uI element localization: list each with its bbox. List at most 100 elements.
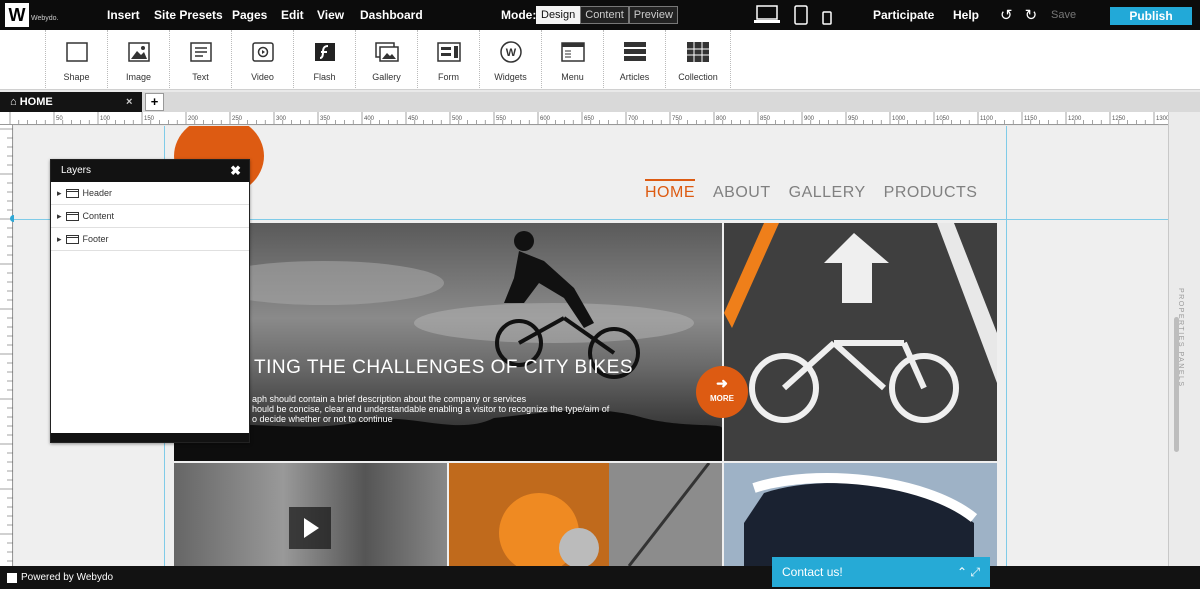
bike-lane-graphic bbox=[724, 223, 997, 423]
layer-footer[interactable]: ▸ Footer bbox=[51, 228, 249, 251]
canvas-scrollbar[interactable] bbox=[1174, 317, 1179, 452]
ruler-tick-label: 1250 bbox=[1112, 116, 1126, 122]
widgets-icon: W bbox=[499, 40, 523, 64]
site-nav-products[interactable]: PRODUCTS bbox=[884, 184, 978, 202]
close-icon[interactable]: ✖ bbox=[230, 160, 241, 182]
contact-us-widget[interactable]: Contact us! ⌃ ⤢ bbox=[772, 557, 990, 587]
site-nav[interactable]: HOME ABOUT GALLERY PRODUCTS bbox=[645, 179, 978, 202]
mode-label: Mode: bbox=[501, 8, 537, 22]
layers-panel[interactable]: Layers ✖ ▸ Header ▸ Content ▸ Footer bbox=[50, 159, 250, 443]
ruler-tick-label: 1100 bbox=[980, 116, 994, 122]
video-play-button[interactable] bbox=[289, 507, 331, 549]
menu-pages[interactable]: Pages bbox=[232, 8, 267, 22]
thumbnail-sneaker[interactable] bbox=[724, 463, 997, 566]
tool-flash[interactable]: Flash bbox=[293, 30, 355, 88]
ruler-tick-label: 400 bbox=[364, 116, 375, 122]
layer-header[interactable]: ▸ Header bbox=[51, 182, 249, 205]
image-icon bbox=[127, 40, 151, 64]
menu-icon bbox=[560, 40, 585, 64]
hero-title[interactable]: TING THE CHALLENGES OF CITY BIKES bbox=[254, 357, 633, 379]
collection-icon bbox=[686, 40, 710, 64]
more-button[interactable]: ➜ MORE bbox=[696, 366, 748, 418]
tool-menu[interactable]: Menu bbox=[541, 30, 603, 88]
articles-icon bbox=[623, 40, 647, 64]
webydo-small-icon bbox=[7, 572, 17, 583]
menu-site-presets[interactable]: Site Presets bbox=[154, 8, 223, 22]
layers-header[interactable]: Layers ✖ bbox=[51, 160, 249, 182]
menu-participate[interactable]: Participate bbox=[873, 8, 934, 22]
folder-icon bbox=[65, 235, 79, 244]
desktop-icon[interactable] bbox=[754, 5, 780, 25]
menu-edit[interactable]: Edit bbox=[281, 8, 304, 22]
expand-arrow-icon[interactable]: ▸ bbox=[57, 234, 62, 245]
bottom-bar: Powered by Webydo bbox=[0, 566, 1200, 589]
ruler-tick-label: 1050 bbox=[936, 116, 950, 122]
redo-icon[interactable]: ↻ bbox=[1025, 6, 1038, 24]
tool-articles[interactable]: Articles bbox=[603, 30, 665, 88]
ruler-tick-label: 1300 bbox=[1156, 116, 1168, 122]
tool-widgets[interactable]: W Widgets bbox=[479, 30, 541, 88]
tablet-icon[interactable] bbox=[794, 5, 808, 25]
menu-dashboard[interactable]: Dashboard bbox=[360, 8, 423, 22]
ruler-tick-label: 750 bbox=[672, 116, 683, 122]
menu-help[interactable]: Help bbox=[953, 8, 979, 22]
properties-panel-toggle[interactable]: PROPERTIES PANELS bbox=[1168, 112, 1200, 566]
ruler-tick-label: 250 bbox=[232, 116, 243, 122]
hero-description[interactable]: aph should contain a brief description a… bbox=[252, 394, 672, 424]
contact-widget-controls: ⌃ ⤢ bbox=[957, 557, 980, 587]
layers-resize-bar[interactable] bbox=[51, 433, 249, 442]
add-page-button[interactable]: + bbox=[145, 93, 164, 111]
expand-icon[interactable]: ⤢ bbox=[970, 565, 980, 579]
webydo-logo[interactable]: W bbox=[5, 3, 29, 27]
ruler-left-ticks bbox=[0, 128, 13, 562]
thumbnail-orange-bike-part[interactable] bbox=[449, 462, 722, 566]
ruler-tick-label: 500 bbox=[452, 116, 463, 122]
site-nav-home[interactable]: HOME bbox=[645, 179, 695, 202]
ruler-tick-label: 900 bbox=[804, 116, 815, 122]
ruler-tick-label: 950 bbox=[848, 116, 859, 122]
publish-button[interactable]: Publish bbox=[1110, 7, 1192, 25]
tab-home[interactable]: ⌂ HOME × bbox=[0, 92, 142, 112]
ruler-tick-label: 550 bbox=[496, 116, 507, 122]
tool-gallery[interactable]: Gallery bbox=[355, 30, 417, 88]
home-icon: ⌂ bbox=[10, 96, 17, 108]
tool-collection[interactable]: Collection bbox=[665, 30, 731, 88]
menu-insert[interactable]: Insert bbox=[107, 8, 140, 22]
ruler-tick-label: 600 bbox=[540, 116, 551, 122]
mode-design-button[interactable]: Design bbox=[536, 6, 581, 24]
tool-shape[interactable]: Shape bbox=[45, 30, 107, 88]
shape-icon bbox=[65, 40, 89, 64]
close-tab-icon[interactable]: × bbox=[126, 92, 132, 112]
tool-text[interactable]: Text bbox=[169, 30, 231, 88]
chevron-up-icon[interactable]: ⌃ bbox=[957, 565, 967, 579]
undo-icon[interactable]: ↺ bbox=[1000, 6, 1013, 24]
tool-video[interactable]: Video bbox=[231, 30, 293, 88]
expand-arrow-icon[interactable]: ▸ bbox=[57, 188, 62, 199]
svg-text:W: W bbox=[505, 47, 516, 59]
layer-content[interactable]: ▸ Content bbox=[51, 205, 249, 228]
save-button[interactable]: Save bbox=[1051, 9, 1076, 21]
menu-view[interactable]: View bbox=[317, 8, 344, 22]
mobile-icon[interactable] bbox=[822, 11, 832, 25]
form-icon bbox=[436, 40, 461, 64]
ruler-tick-label: 200 bbox=[188, 116, 199, 122]
tool-form[interactable]: Form bbox=[417, 30, 479, 88]
hero-image-cyclist[interactable]: TING THE CHALLENGES OF CITY BIKES aph sh… bbox=[174, 223, 722, 461]
bike-part-graphic bbox=[449, 462, 711, 566]
cyclist-silhouette bbox=[174, 231, 722, 461]
mode-content-button[interactable]: Content bbox=[580, 6, 629, 24]
ruler-tick-label: 1200 bbox=[1068, 116, 1082, 122]
gallery-icon bbox=[374, 40, 399, 64]
mode-preview-button[interactable]: Preview bbox=[628, 6, 678, 24]
tool-image[interactable]: Image bbox=[107, 30, 169, 88]
powered-by[interactable]: Powered by Webydo bbox=[7, 572, 113, 583]
hero-image-bike-lane[interactable] bbox=[724, 223, 997, 461]
ruler-tick-label: 1000 bbox=[892, 116, 906, 122]
site-nav-about[interactable]: ABOUT bbox=[713, 184, 771, 202]
guide-line-right[interactable] bbox=[1006, 126, 1007, 566]
site-nav-gallery[interactable]: GALLERY bbox=[789, 184, 866, 202]
flash-icon bbox=[313, 40, 337, 64]
logo-text: Webydo. bbox=[31, 15, 59, 22]
expand-arrow-icon[interactable]: ▸ bbox=[57, 211, 62, 222]
sneaker-graphic bbox=[744, 473, 978, 566]
